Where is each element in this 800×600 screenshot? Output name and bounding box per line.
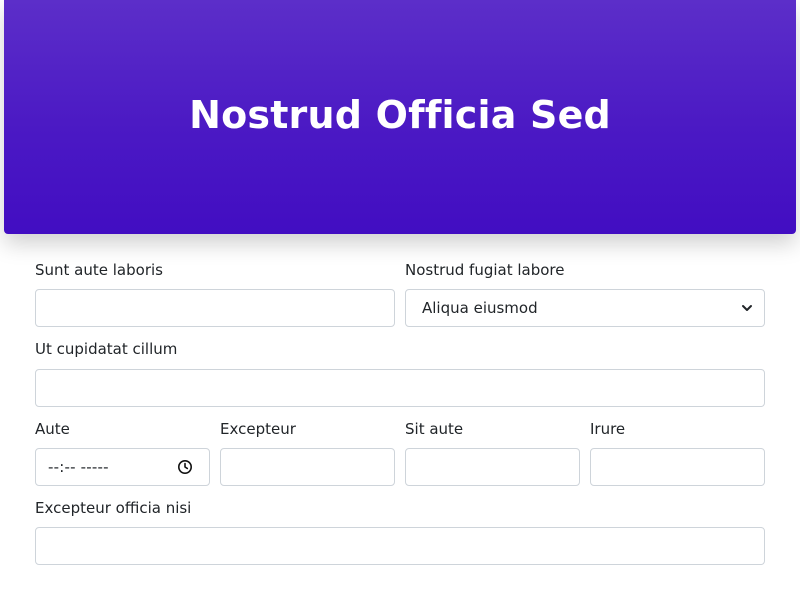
label-irure: Irure <box>590 419 626 438</box>
field-nostrud-fugiat-labore: Nostrud fugiat labore Aliqua eiusmod <box>405 261 765 328</box>
form-row-4: Excepteur officia nisi <box>35 498 765 565</box>
clock-icon[interactable] <box>177 459 193 475</box>
form-row-2: Ut cupidatat cillum <box>35 340 765 407</box>
select-value: Aliqua eiusmod <box>422 299 538 318</box>
label-aute: Aute <box>35 419 70 438</box>
time-placeholder: --:-- ----- <box>48 457 109 476</box>
form: Sunt aute laboris Nostrud fugiat labore … <box>35 261 765 579</box>
input-excepteur[interactable] <box>220 447 395 486</box>
input-sunt-aute-laboris[interactable] <box>35 289 395 328</box>
field-excepteur: Excepteur <box>220 419 395 486</box>
label-excepteur: Excepteur <box>220 419 296 438</box>
field-aute: Aute --:-- ----- <box>35 419 210 486</box>
label-nostrud-fugiat-labore: Nostrud fugiat labore <box>405 261 565 279</box>
page-header: Nostrud Officia Sed <box>4 0 796 234</box>
label-sit-aute: Sit aute <box>405 419 464 438</box>
field-irure: Irure <box>590 419 765 486</box>
label-sunt-aute-laboris: Sunt aute laboris <box>35 261 163 279</box>
label-excepteur-officia-nisi: Excepteur officia nisi <box>35 498 192 517</box>
input-ut-cupidatat-cillum[interactable] <box>35 368 765 407</box>
field-ut-cupidatat-cillum: Ut cupidatat cillum <box>35 340 765 407</box>
field-sunt-aute-laboris: Sunt aute laboris <box>35 261 395 328</box>
time-input-aute[interactable]: --:-- ----- <box>35 447 210 486</box>
input-excepteur-officia-nisi[interactable] <box>35 527 765 565</box>
input-sit-aute[interactable] <box>405 447 580 486</box>
select-nostrud-fugiat-labore[interactable]: Aliqua eiusmod <box>405 289 765 328</box>
field-sit-aute: Sit aute <box>405 419 580 486</box>
page-title: Nostrud Officia Sed <box>189 93 611 137</box>
label-ut-cupidatat-cillum: Ut cupidatat cillum <box>35 340 178 359</box>
form-row-1: Sunt aute laboris Nostrud fugiat labore … <box>35 261 765 328</box>
input-irure[interactable] <box>590 447 765 486</box>
form-row-3: Aute --:-- ----- Excepteur Sit aute Irur… <box>35 419 765 486</box>
field-excepteur-officia-nisi: Excepteur officia nisi <box>35 498 765 565</box>
chevron-down-icon <box>740 301 754 315</box>
